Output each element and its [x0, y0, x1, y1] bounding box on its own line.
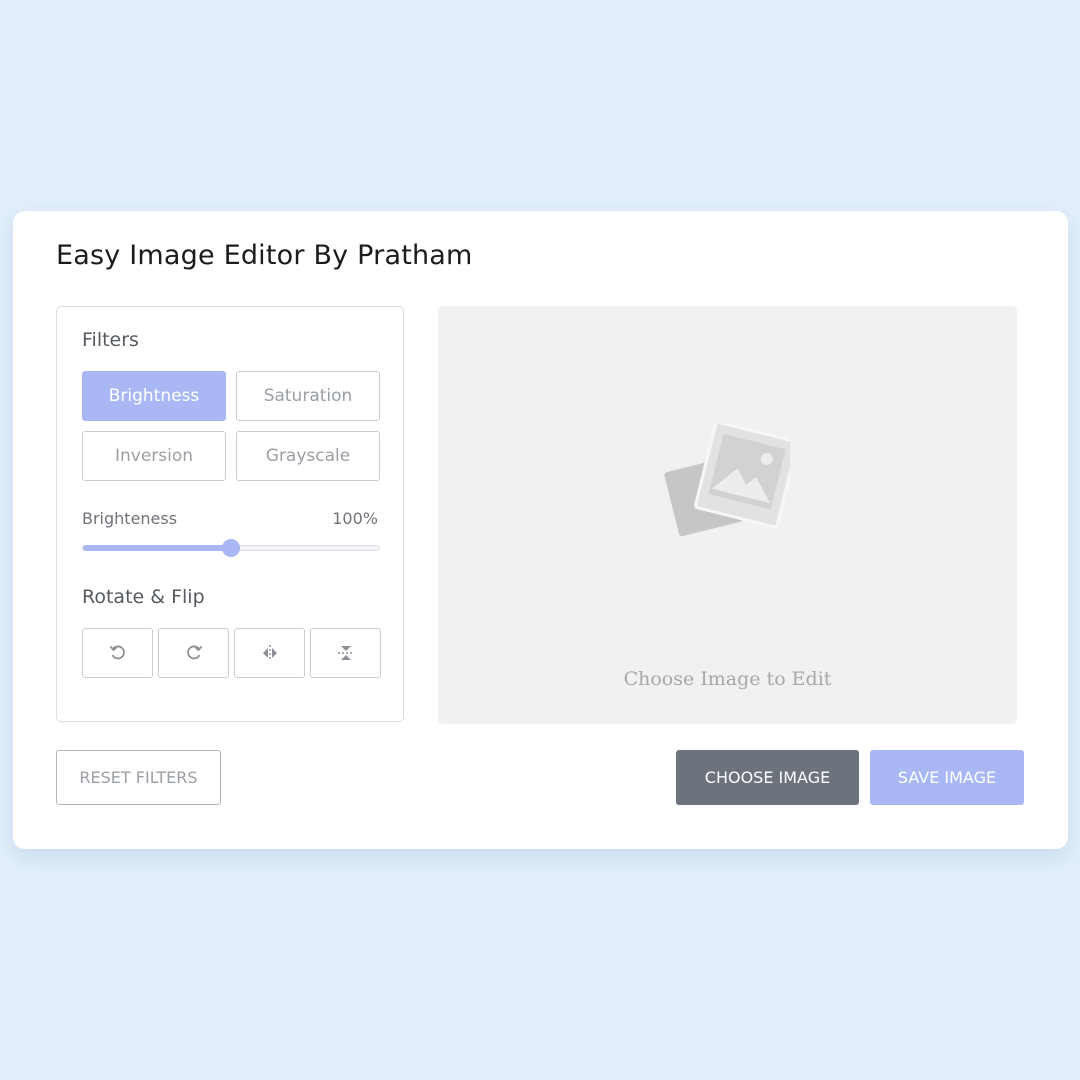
preview-placeholder-text: Choose Image to Edit — [623, 668, 832, 690]
slider-name-label: Brighteness — [82, 509, 178, 528]
slider-value-label: 100% — [332, 509, 378, 528]
flip-horizontal-icon — [262, 645, 277, 661]
rotate-flip-heading: Rotate & Flip — [82, 586, 205, 608]
flip-horizontal-button[interactable] — [234, 628, 305, 678]
page-title: Easy Image Editor By Pratham — [56, 240, 473, 271]
filters-heading: Filters — [82, 329, 139, 351]
brightness-slider[interactable] — [82, 539, 380, 557]
image-placeholder-icon — [664, 424, 790, 537]
rotate-left-button[interactable] — [82, 628, 153, 678]
slider-thumb[interactable] — [222, 539, 240, 557]
rotate-right-icon — [186, 645, 202, 660]
save-image-button[interactable]: SAVE IMAGE — [870, 750, 1024, 805]
choose-image-button[interactable]: CHOOSE IMAGE — [676, 750, 859, 805]
filter-grayscale-button[interactable]: Grayscale — [236, 431, 380, 481]
flip-vertical-button[interactable] — [310, 628, 381, 678]
controls-panel: Filters Brightness Saturation Inversion … — [56, 306, 404, 722]
editor-card: Easy Image Editor By Pratham Filters Bri… — [13, 211, 1068, 849]
rotate-left-icon — [109, 645, 125, 660]
slider-fill — [83, 545, 231, 551]
filter-inversion-button[interactable]: Inversion — [82, 431, 226, 481]
rotate-right-button[interactable] — [158, 628, 229, 678]
reset-filters-button[interactable]: RESET FILTERS — [56, 750, 221, 805]
filter-saturation-button[interactable]: Saturation — [236, 371, 380, 421]
filter-brightness-button[interactable]: Brightness — [82, 371, 226, 421]
image-preview-area: Choose Image to Edit — [438, 306, 1017, 724]
flip-vertical-icon — [337, 646, 354, 660]
